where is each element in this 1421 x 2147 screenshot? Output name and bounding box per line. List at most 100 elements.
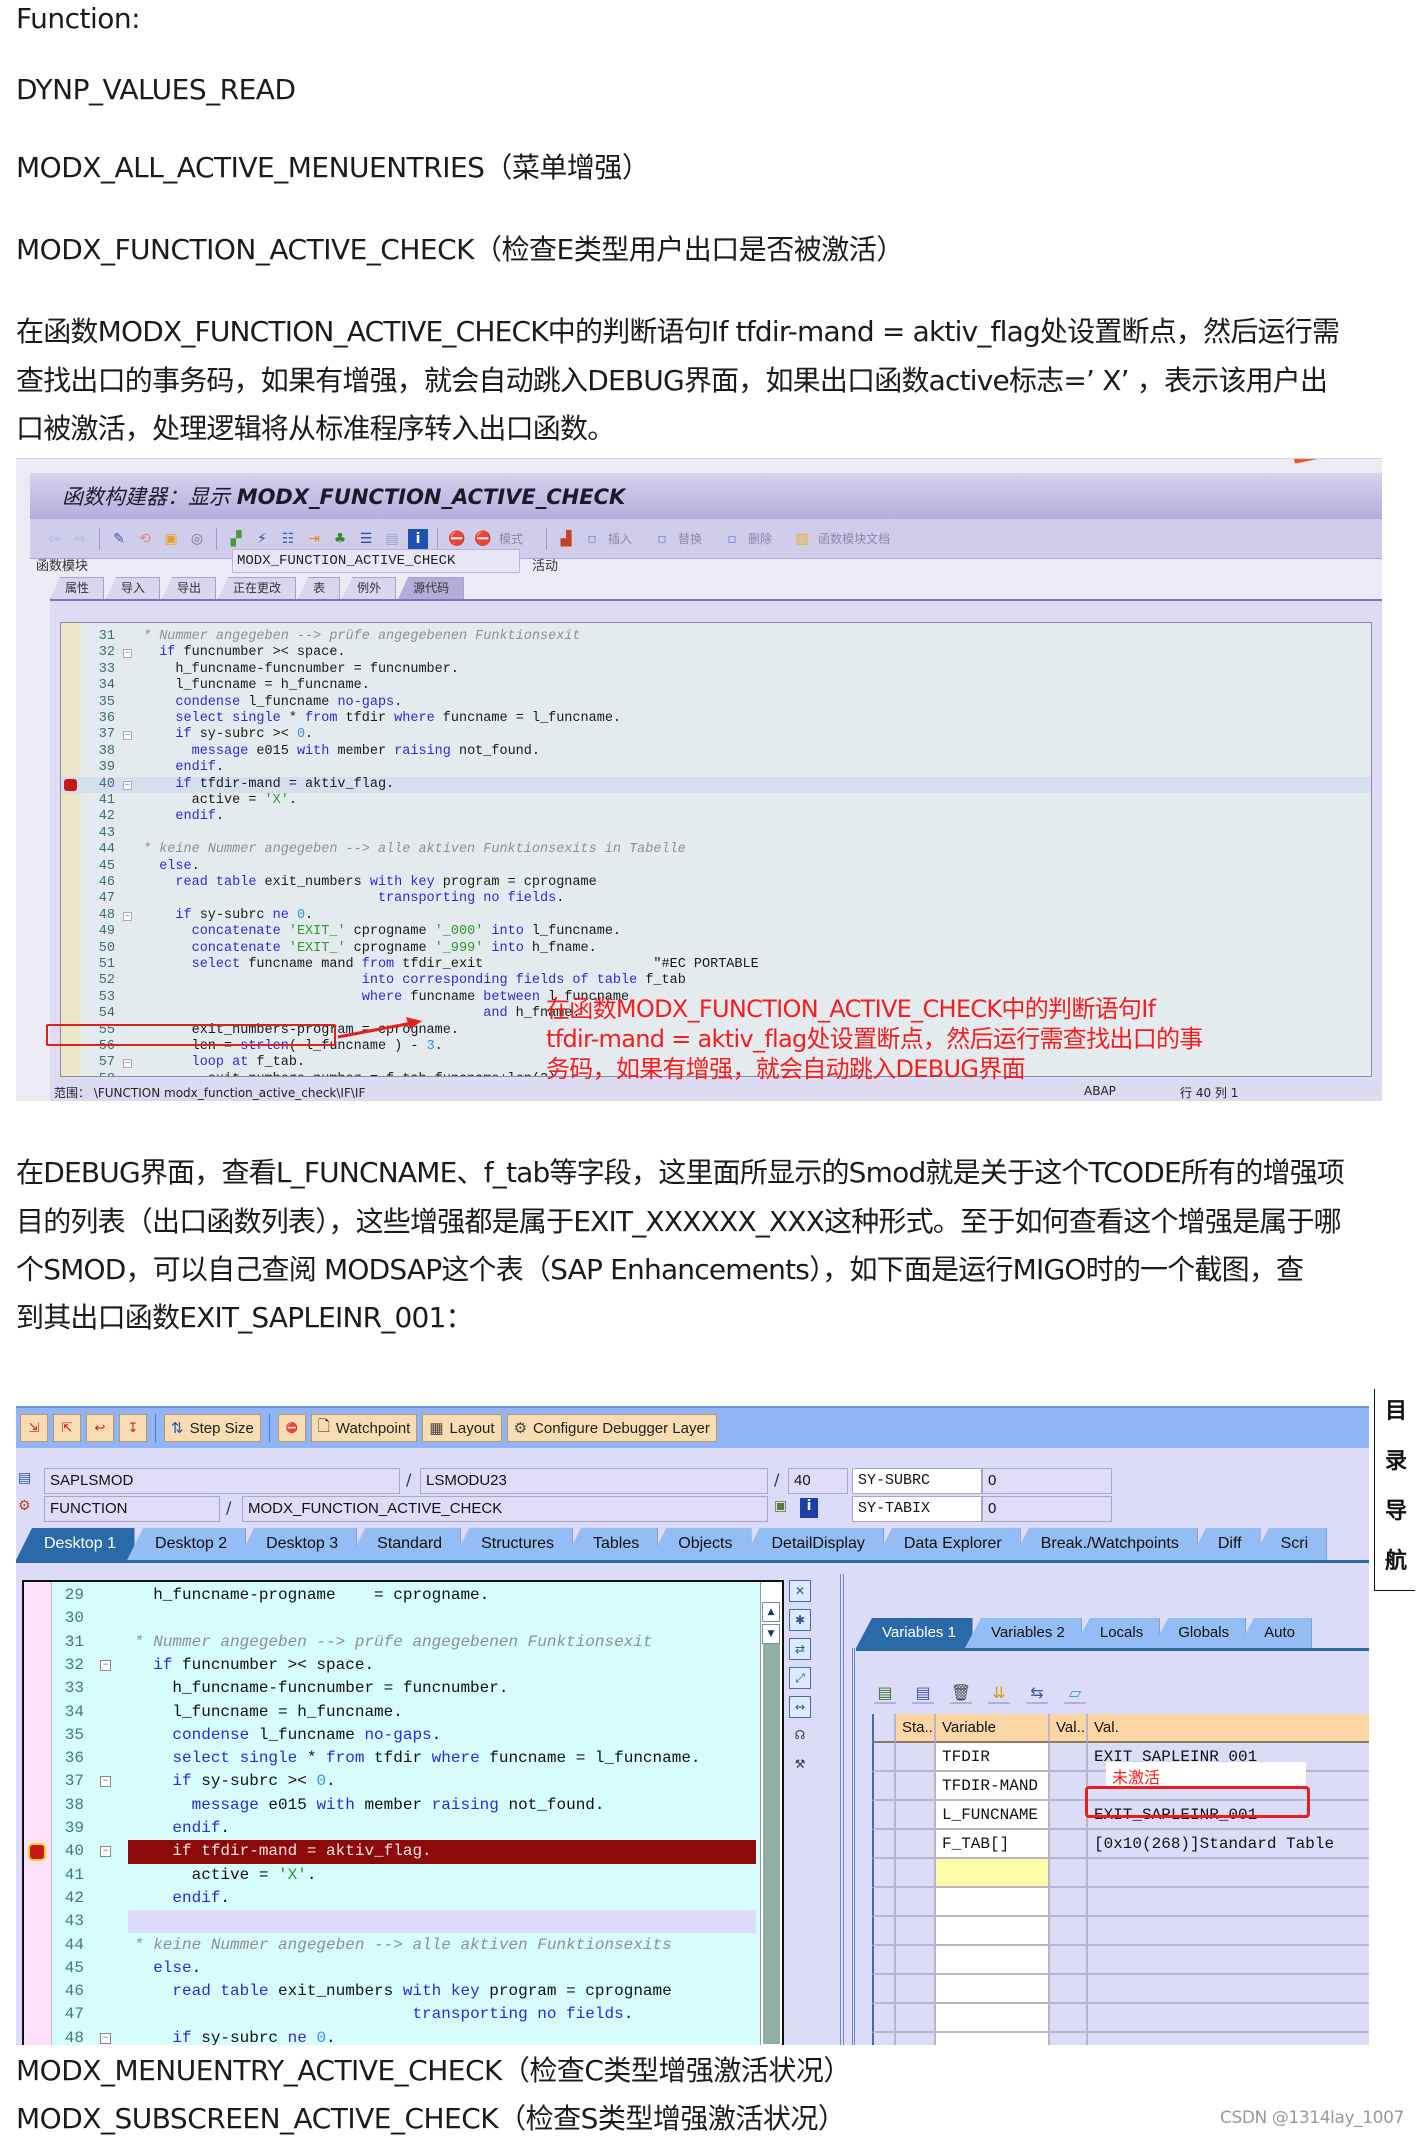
column-header[interactable]: Sta... xyxy=(896,1714,936,1743)
row-selector[interactable] xyxy=(872,1975,896,2004)
variable-name-cell[interactable]: TFDIR xyxy=(936,1743,1050,1772)
breakpoint-current-icon[interactable] xyxy=(28,1843,46,1862)
cut-icon[interactable]: ▟ xyxy=(556,529,576,549)
info-icon[interactable]: i xyxy=(800,1498,818,1518)
tab-desktop-3[interactable]: Desktop 3 xyxy=(238,1528,358,1560)
variable-name-cell[interactable] xyxy=(936,1917,1050,1946)
insert-button[interactable]: 插入 xyxy=(608,530,632,547)
tab-detaildisplay[interactable]: DetailDisplay xyxy=(743,1528,884,1560)
delete-icon[interactable]: 🗑 xyxy=(950,1682,972,1704)
active-inactive-icon[interactable]: ⟲ xyxy=(135,529,155,549)
tab-objects[interactable]: Objects xyxy=(650,1528,752,1560)
replace-icon[interactable]: ▫ xyxy=(652,529,672,549)
where-used-icon[interactable]: ☷ xyxy=(278,529,298,549)
row-selector[interactable] xyxy=(872,1917,896,1946)
stop-icon[interactable]: ⛔ xyxy=(277,1414,306,1442)
delete-button[interactable]: 删除 xyxy=(748,530,772,547)
forward-arrow-icon[interactable]: ⇨ xyxy=(70,529,90,549)
variable-name-cell[interactable] xyxy=(936,2033,1050,2045)
variable-name-cell[interactable] xyxy=(936,2004,1050,2033)
other-object-icon[interactable]: ▣ xyxy=(161,529,181,549)
insert-icon[interactable]: ▫ xyxy=(582,529,602,549)
row-selector[interactable] xyxy=(872,1801,896,1830)
line-field[interactable]: 40 xyxy=(788,1468,848,1494)
variable-name-cell[interactable]: F_TAB[] xyxy=(936,1830,1050,1859)
display-change-icon[interactable]: ✎ xyxy=(109,529,129,549)
return-icon[interactable]: ↩ xyxy=(86,1414,114,1442)
column-header[interactable]: Val... xyxy=(1050,1714,1088,1743)
column-header[interactable]: Variable xyxy=(936,1714,1050,1743)
services-icon[interactable]: ☊ xyxy=(789,1725,811,1747)
fold-icon[interactable]: − xyxy=(123,1059,132,1069)
include-field[interactable]: LSMODU23 xyxy=(420,1468,768,1494)
tab-import[interactable]: 导入 xyxy=(106,577,161,599)
fold-icon[interactable]: − xyxy=(100,1776,111,1788)
variable-row[interactable] xyxy=(872,1859,1369,1888)
pattern-button[interactable]: 模式 xyxy=(499,530,523,547)
row-selector[interactable] xyxy=(872,1946,896,1975)
tab-structures[interactable]: Structures xyxy=(453,1528,573,1560)
row-selector[interactable] xyxy=(872,1830,896,1859)
variable-row[interactable]: F_TAB[] [0x10(268)]Standard Table xyxy=(872,1830,1369,1859)
watchpoint-button[interactable]: 🗋 Watchpoint xyxy=(310,1414,418,1442)
check-icon[interactable]: ◎ xyxy=(187,529,207,549)
scrollbar-thumb[interactable] xyxy=(763,1644,780,2044)
row-selector[interactable] xyxy=(872,2033,896,2045)
tab-variables-1[interactable]: Variables 1 xyxy=(856,1618,973,1648)
layout-button[interactable]: ▦ Layout xyxy=(422,1414,502,1442)
export-icon[interactable]: ▤ xyxy=(912,1682,934,1704)
tab-locals[interactable]: Locals xyxy=(1073,1618,1161,1648)
scroll-down-icon[interactable]: ▼ xyxy=(762,1624,780,1644)
row-selector[interactable] xyxy=(872,1772,896,1801)
tab-changing[interactable]: 正在更改 xyxy=(218,577,297,599)
tab-break-watchpoints[interactable]: Break./Watchpoints xyxy=(1012,1528,1198,1560)
row-selector[interactable] xyxy=(872,1743,896,1772)
event-type-field[interactable]: FUNCTION xyxy=(44,1496,220,1522)
fold-icon[interactable]: − xyxy=(123,731,132,741)
variable-row[interactable] xyxy=(872,1975,1369,2004)
tab-desktop-2[interactable]: Desktop 2 xyxy=(127,1528,247,1560)
variable-name-cell[interactable] xyxy=(936,1975,1050,2004)
row-selector[interactable] xyxy=(872,1888,896,1917)
tab-scri[interactable]: Scri xyxy=(1252,1528,1328,1560)
tab-tables[interactable]: 表 xyxy=(298,577,341,599)
fold-icon[interactable]: − xyxy=(123,649,132,659)
resize-icon[interactable]: ↔ xyxy=(789,1696,811,1718)
close-icon[interactable]: ✕ xyxy=(789,1580,811,1602)
row-selector[interactable] xyxy=(872,1859,896,1888)
replace-button[interactable]: 替换 xyxy=(678,530,702,547)
tab-exceptions[interactable]: 例外 xyxy=(342,577,397,599)
step-size-button[interactable]: ⇅ Step Size xyxy=(164,1414,261,1442)
navigate-icon[interactable]: ⇥ xyxy=(304,529,324,549)
event-name-field[interactable]: MODX_FUNCTION_ACTIVE_CHECK xyxy=(242,1496,768,1522)
program-field[interactable]: SAPLSMOD xyxy=(44,1468,400,1494)
fold-icon[interactable]: − xyxy=(100,1846,111,1858)
variable-row[interactable] xyxy=(872,1946,1369,1975)
insert-columns-icon[interactable]: ⇊ xyxy=(988,1682,1010,1704)
variable-name-cell[interactable]: L_FUNCNAME xyxy=(936,1801,1050,1830)
documentation-icon[interactable]: ▨ xyxy=(792,529,812,549)
scroll-up-icon[interactable]: ▲ xyxy=(762,1602,780,1622)
tab-standard[interactable]: Standard xyxy=(349,1528,462,1560)
variable-name-cell[interactable] xyxy=(936,1946,1050,1975)
external-breakpoint-icon[interactable]: ⛔ xyxy=(473,529,493,549)
list-icon[interactable]: ▤ xyxy=(382,529,402,549)
tab-desktop-1[interactable]: Desktop 1 xyxy=(16,1528,136,1560)
new-tool-icon[interactable]: ✱ xyxy=(789,1609,811,1631)
display-icon[interactable]: ▣ xyxy=(774,1498,792,1518)
import-icon[interactable]: ▤ xyxy=(874,1682,896,1704)
pretty-printer-icon[interactable]: ☰ xyxy=(356,529,376,549)
back-arrow-icon[interactable]: ⇦ xyxy=(44,529,64,549)
variable-row[interactable] xyxy=(872,2033,1369,2045)
toc-navigation-widget[interactable]: 目 录 导 航 xyxy=(1374,1389,1415,1591)
row-selector[interactable] xyxy=(872,2004,896,2033)
row-selector-header[interactable] xyxy=(872,1714,896,1743)
variable-row[interactable] xyxy=(872,1888,1369,1917)
function-module-field[interactable]: MODX_FUNCTION_ACTIVE_CHECK xyxy=(232,549,520,573)
tab-source-code[interactable]: 源代码 xyxy=(398,577,465,599)
pane-splitter[interactable] xyxy=(840,1574,844,2045)
column-header[interactable]: Val. xyxy=(1088,1714,1369,1743)
transfer-icon[interactable]: ⇆ xyxy=(1026,1682,1048,1704)
tab-data-explorer[interactable]: Data Explorer xyxy=(875,1528,1021,1560)
execute-icon[interactable]: ⇱ xyxy=(53,1414,81,1442)
